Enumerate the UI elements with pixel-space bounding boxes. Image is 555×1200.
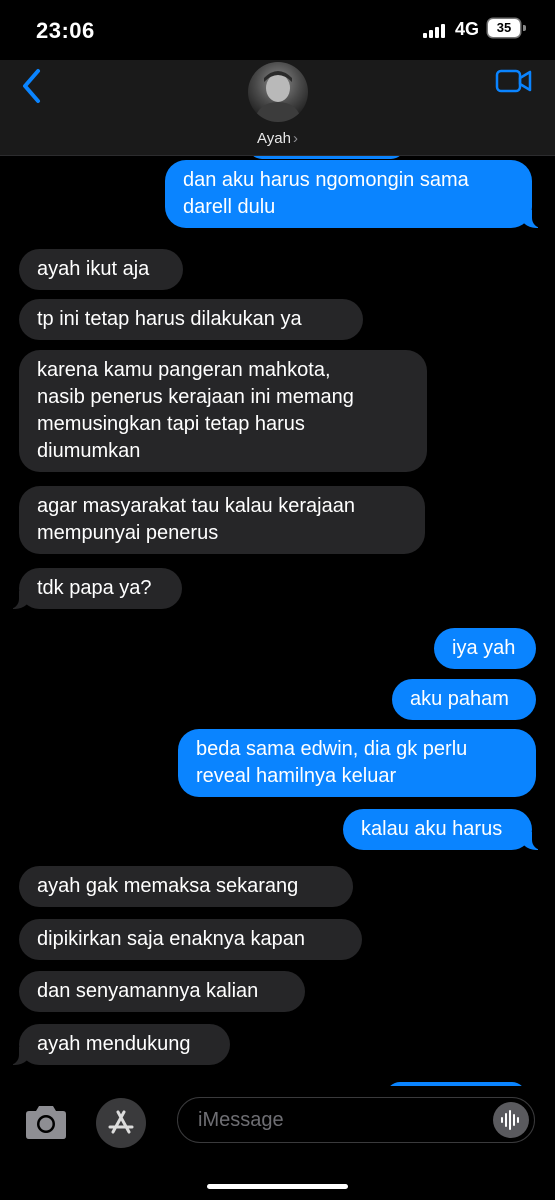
message-line: ayah mendukung (37, 1033, 191, 1055)
message-bubble-incoming[interactable]: ayah ikut aja (19, 249, 183, 290)
message-line: dan aku harus ngomongin sama (183, 169, 469, 191)
message-line: beda sama edwin, dia gk perlu (196, 738, 468, 760)
contact-name-button[interactable]: Ayah › (0, 130, 555, 147)
message-line: agar masyarakat tau kalau kerajaan (37, 495, 355, 517)
message-bubble-incoming[interactable]: tdk papa ya? (9, 568, 182, 609)
message-thread[interactable]: dan aku harus ngomongin sama darell dulu… (0, 156, 555, 1086)
message-bubble-incoming[interactable]: ayah gak memaksa sekarang (19, 866, 353, 907)
message-line: aku paham (410, 688, 509, 710)
conversation-header: Ayah › (0, 60, 555, 156)
battery-tip (523, 25, 526, 31)
message-bubble-outgoing[interactable]: kalau aku harus (343, 809, 542, 850)
app-store-button[interactable] (96, 1098, 146, 1148)
back-button[interactable] (18, 66, 52, 106)
facetime-video-button[interactable] (495, 66, 533, 96)
imessage-field[interactable] (177, 1097, 535, 1143)
message-line: ayah ikut aja (37, 258, 150, 280)
message-line: dan senyamannya kalian (37, 980, 259, 1002)
contact-avatar[interactable] (248, 62, 308, 122)
message-line: memusingkan tapi tetap harus (37, 413, 305, 435)
home-indicator[interactable] (207, 1184, 348, 1189)
message-bubble-outgoing[interactable]: aku paham (392, 679, 536, 720)
battery-icon: 35 (488, 19, 520, 37)
message-input[interactable] (196, 1098, 480, 1143)
message-line: tdk papa ya? (37, 577, 152, 599)
message-bubble-outgoing[interactable]: dan aku harus ngomongin sama darell dulu (165, 160, 542, 228)
message-line: tp ini tetap harus dilakukan ya (37, 308, 302, 330)
message-bubble-outgoing[interactable]: iya yah (434, 628, 536, 669)
message-line: dipikirkan saja enaknya kapan (37, 928, 305, 950)
message-line: reveal hamilnya keluar (196, 765, 397, 787)
message-bubble-incoming[interactable]: dipikirkan saja enaknya kapan (19, 919, 362, 960)
app-store-icon (108, 1110, 134, 1134)
message-bubble-incoming[interactable]: dan senyamannya kalian (19, 971, 305, 1012)
input-bar (0, 1086, 555, 1200)
status-bar: 23:06 4G 35 (0, 0, 555, 60)
status-time: 23:06 (36, 18, 95, 43)
message-line: mempunyai penerus (37, 522, 219, 544)
contact-name: Ayah (257, 130, 291, 147)
video-camera-icon (495, 69, 532, 93)
message-bubble-incoming[interactable]: ayah mendukung (9, 1024, 230, 1065)
message-bubble-partial (248, 156, 405, 159)
message-bubble-incoming[interactable]: tp ini tetap harus dilakukan ya (19, 299, 363, 340)
message-line: kalau aku harus (361, 818, 503, 840)
audio-message-button[interactable] (493, 1102, 529, 1138)
message-bubble-outgoing[interactable]: beda sama edwin, dia gk perlu reveal ham… (178, 729, 536, 797)
network-type: 4G (455, 19, 480, 39)
chevron-left-icon (23, 69, 40, 103)
waveform-icon (501, 1110, 519, 1130)
camera-icon (26, 1106, 66, 1139)
message-line: nasib penerus kerajaan ini memang (37, 386, 354, 408)
message-bubble-incoming[interactable]: agar masyarakat tau kalau kerajaan mempu… (19, 486, 425, 554)
message-line: darell dulu (183, 196, 276, 218)
message-bubble-incoming[interactable]: karena kamu pangeran mahkota, nasib pene… (19, 350, 427, 472)
message-line: diumumkan (37, 440, 141, 462)
message-line: karena kamu pangeran mahkota, (37, 359, 331, 381)
message-line: iya yah (452, 637, 516, 659)
chevron-right-icon: › (292, 130, 298, 147)
camera-button[interactable] (22, 1102, 70, 1142)
cellular-signal-icon (423, 24, 449, 38)
message-line: ayah gak memaksa sekarang (37, 875, 299, 897)
